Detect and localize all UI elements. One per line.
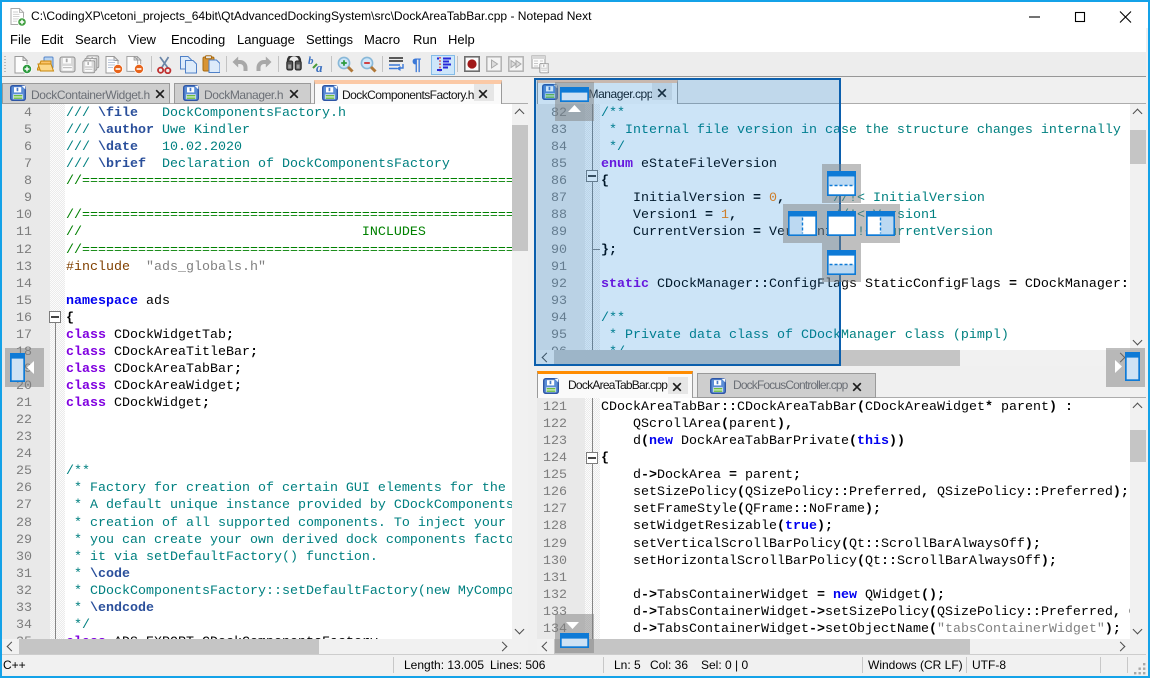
svg-text:a: a: [316, 60, 323, 74]
svg-text:b: b: [308, 55, 314, 67]
svg-text:¶: ¶: [412, 55, 421, 74]
